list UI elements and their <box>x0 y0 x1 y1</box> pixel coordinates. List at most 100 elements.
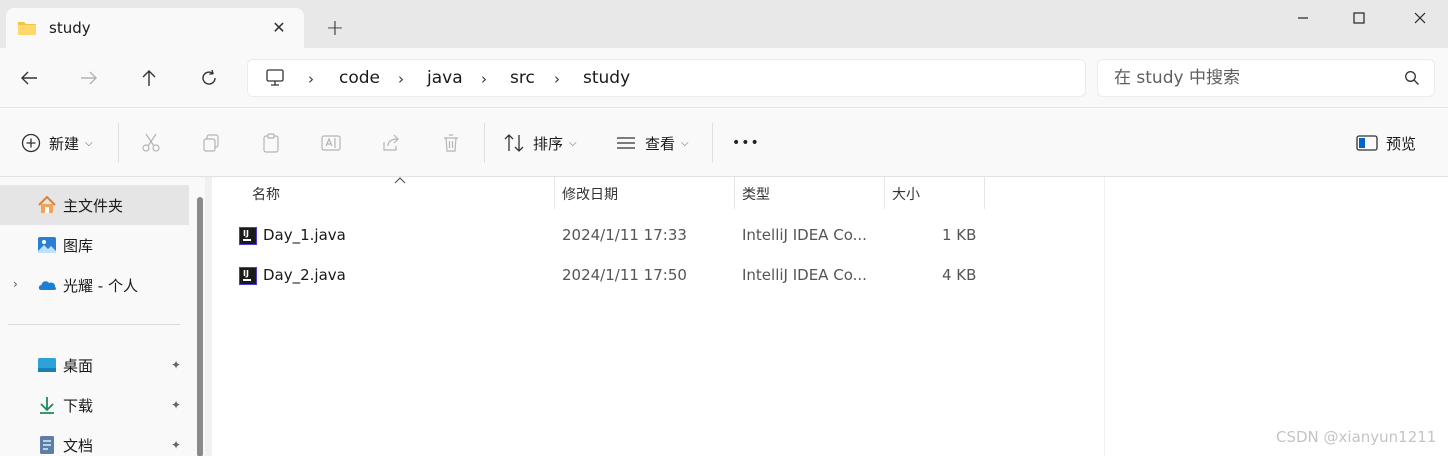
command-bar: 新建 ⌵ 排序 ⌵ 查看 ⌵ ••• 预览 <box>0 109 1448 177</box>
details-pane-divider <box>1104 177 1105 456</box>
plus-circle-icon <box>21 133 41 153</box>
view-button-label: 查看 <box>645 134 676 153</box>
file-size: 1 KB <box>942 226 977 244</box>
file-list: 名称 修改日期 类型 大小 IJ Day_1.java 2024/1/11 17… <box>212 177 1448 456</box>
breadcrumb-separator: › <box>398 70 404 88</box>
column-header-label: 名称 <box>252 187 280 203</box>
copy-button[interactable] <box>199 131 223 155</box>
chevron-down-icon: ⌵ <box>681 137 689 149</box>
gallery-icon <box>38 237 56 253</box>
back-button[interactable] <box>17 66 41 90</box>
breadcrumb-study[interactable]: study <box>583 68 630 88</box>
trash-icon <box>444 134 458 152</box>
pin-icon[interactable]: ✦ <box>171 358 181 372</box>
navigation-pane: 主文件夹 图库 › 光耀 - 个人 桌面 ✦ 下载 ✦ 文档 ✦ <box>0 177 205 456</box>
sort-icon <box>504 134 524 152</box>
file-size: 4 KB <box>942 266 977 284</box>
minimize-button[interactable] <box>1275 0 1331 36</box>
delete-button[interactable] <box>439 131 463 155</box>
onedrive-icon <box>38 281 57 290</box>
more-options-button[interactable]: ••• <box>732 131 760 155</box>
navigation-bar: › code › java › src › study <box>0 48 1448 108</box>
column-header-name[interactable]: 名称 <box>245 177 555 209</box>
column-header-label: 修改日期 <box>562 187 618 203</box>
preview-button-label: 预览 <box>1386 134 1417 153</box>
download-icon <box>40 397 54 414</box>
column-header-label: 大小 <box>892 187 920 203</box>
rename-icon <box>321 135 341 151</box>
refresh-icon <box>202 69 216 85</box>
intellij-java-file-icon: IJ <box>239 267 257 285</box>
sidebar-item-label: 文档 <box>63 437 94 455</box>
sort-ascending-icon <box>394 177 406 184</box>
paste-button[interactable] <box>259 131 283 155</box>
sidebar-item-onedrive[interactable]: › 光耀 - 个人 <box>0 265 189 305</box>
sidebar-scrollbar[interactable] <box>197 197 203 456</box>
title-bar: study ✕ + <box>0 0 1448 48</box>
tab-close-icon[interactable]: ✕ <box>270 19 288 37</box>
address-bar[interactable]: › code › java › src › study <box>247 59 1086 97</box>
tab-title: study <box>49 19 91 37</box>
file-name: Day_1.java <box>263 226 346 244</box>
preview-button[interactable]: 预览 <box>1356 131 1416 155</box>
file-type: IntelliJ IDEA Co... <box>742 266 867 284</box>
sort-button-label: 排序 <box>533 134 564 153</box>
sort-button[interactable]: 排序 ⌵ <box>503 131 577 155</box>
sidebar-item-documents[interactable]: 文档 ✦ <box>0 425 189 456</box>
forward-button[interactable] <box>77 66 101 90</box>
pane-splitter[interactable] <box>205 177 212 456</box>
minimize-icon <box>1298 17 1308 19</box>
up-button[interactable] <box>137 66 161 90</box>
close-icon <box>1414 12 1426 24</box>
pin-icon[interactable]: ✦ <box>171 398 181 412</box>
view-button[interactable]: 查看 ⌵ <box>615 131 689 155</box>
breadcrumb-code[interactable]: code <box>339 68 380 88</box>
file-row[interactable]: IJ Day_1.java 2024/1/11 17:33 IntelliJ I… <box>232 215 1292 255</box>
new-button-label: 新建 <box>49 134 80 153</box>
sidebar-item-downloads[interactable]: 下载 ✦ <box>0 385 189 425</box>
home-icon <box>38 195 56 213</box>
breadcrumb-java[interactable]: java <box>427 68 463 88</box>
column-header-modified[interactable]: 修改日期 <box>555 177 735 209</box>
search-box <box>1097 59 1435 97</box>
maximize-button[interactable] <box>1331 0 1387 36</box>
sidebar-item-gallery[interactable]: 图库 <box>0 225 189 265</box>
close-window-button[interactable] <box>1392 0 1448 36</box>
sidebar-item-label: 图库 <box>63 237 94 255</box>
intellij-java-file-icon: IJ <box>239 227 257 245</box>
cut-button[interactable] <box>139 131 163 155</box>
new-tab-button[interactable]: + <box>324 18 346 40</box>
sidebar-item-desktop[interactable]: 桌面 ✦ <box>0 345 189 385</box>
rename-button[interactable] <box>319 131 343 155</box>
sidebar-divider <box>8 324 180 325</box>
arrow-left-icon <box>21 71 37 85</box>
new-button[interactable]: 新建 ⌵ <box>21 131 93 155</box>
copy-icon <box>203 134 219 152</box>
sidebar-item-label: 主文件夹 <box>63 197 124 215</box>
search-input[interactable] <box>1098 60 1388 96</box>
computer-icon <box>266 69 284 86</box>
maximize-icon <box>1353 12 1365 24</box>
tab-study[interactable]: study ✕ <box>6 8 304 48</box>
divider <box>484 123 485 163</box>
sidebar-item-label: 桌面 <box>63 357 94 375</box>
file-modified: 2024/1/11 17:50 <box>562 266 687 284</box>
scissors-icon <box>142 133 160 152</box>
sidebar-item-home[interactable]: 主文件夹 <box>0 185 189 225</box>
divider <box>118 123 119 163</box>
sidebar-item-label: 下载 <box>63 397 94 415</box>
column-header-type[interactable]: 类型 <box>735 177 885 209</box>
breadcrumb-separator: › <box>554 70 560 88</box>
preview-pane-icon <box>1356 135 1378 151</box>
watermark: CSDN @xianyun1211 <box>1276 428 1437 446</box>
folder-icon <box>18 22 36 35</box>
file-name: Day_2.java <box>263 266 346 284</box>
file-row[interactable]: IJ Day_2.java 2024/1/11 17:50 IntelliJ I… <box>232 255 1292 295</box>
share-button[interactable] <box>379 131 403 155</box>
breadcrumb-src[interactable]: src <box>510 68 535 88</box>
refresh-button[interactable] <box>197 66 221 90</box>
more-icon: ••• <box>732 135 760 151</box>
pin-icon[interactable]: ✦ <box>171 438 181 452</box>
chevron-right-icon[interactable]: › <box>13 277 18 291</box>
column-header-size[interactable]: 大小 <box>885 177 985 209</box>
